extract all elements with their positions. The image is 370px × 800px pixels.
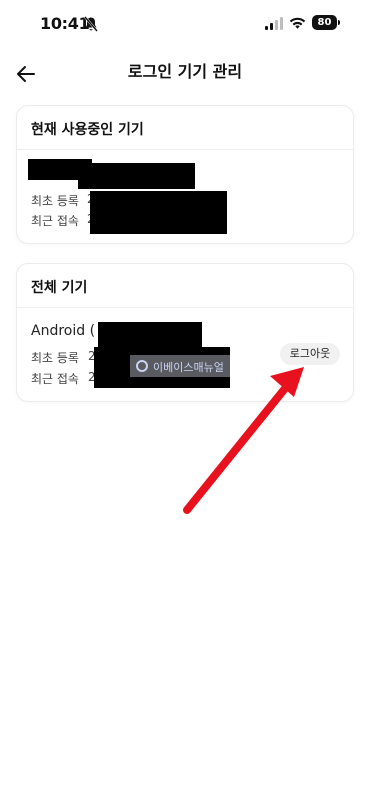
- wifi-icon: [289, 17, 306, 29]
- back-button[interactable]: [10, 58, 42, 90]
- first-registered-label: 최초 등록: [31, 194, 79, 208]
- status-time: 10:41: [40, 14, 90, 33]
- signal-icon: [265, 17, 283, 30]
- redacted-device-name: [78, 163, 195, 189]
- redacted-dates: [90, 191, 227, 234]
- logout-button[interactable]: 로그아웃: [280, 343, 340, 365]
- watermark-text: 이베이스매뉴얼: [153, 361, 224, 374]
- login-device-management-page: 10:41 80 로그인 기기 관리 현재 사용중인 기기 최초 등록 최근 접…: [0, 0, 370, 800]
- battery-indicator: 80: [312, 15, 337, 30]
- all-devices-title: 전체 기기: [31, 280, 88, 296]
- first-registered-label: 최초 등록: [31, 351, 79, 365]
- page-title: 로그인 기기 관리: [127, 62, 243, 81]
- divider: [17, 307, 353, 308]
- back-arrow-icon: [17, 66, 35, 82]
- current-device-title: 현재 사용중인 기기: [31, 122, 144, 138]
- status-bar: 10:41 80: [0, 0, 370, 50]
- divider: [17, 149, 353, 150]
- watermark-logo: [136, 360, 148, 372]
- battery-tip: [338, 20, 340, 25]
- last-access-label: 최근 접속: [31, 372, 79, 386]
- header: 로그인 기기 관리: [0, 52, 370, 96]
- redacted-device-name: [98, 322, 202, 347]
- last-access-label: 최근 접속: [31, 214, 79, 228]
- battery-level: 80: [317, 17, 332, 28]
- device-name: Android (: [31, 323, 96, 339]
- watermark: 이베이스매뉴얼: [130, 355, 230, 377]
- bell-off-icon: [84, 16, 98, 32]
